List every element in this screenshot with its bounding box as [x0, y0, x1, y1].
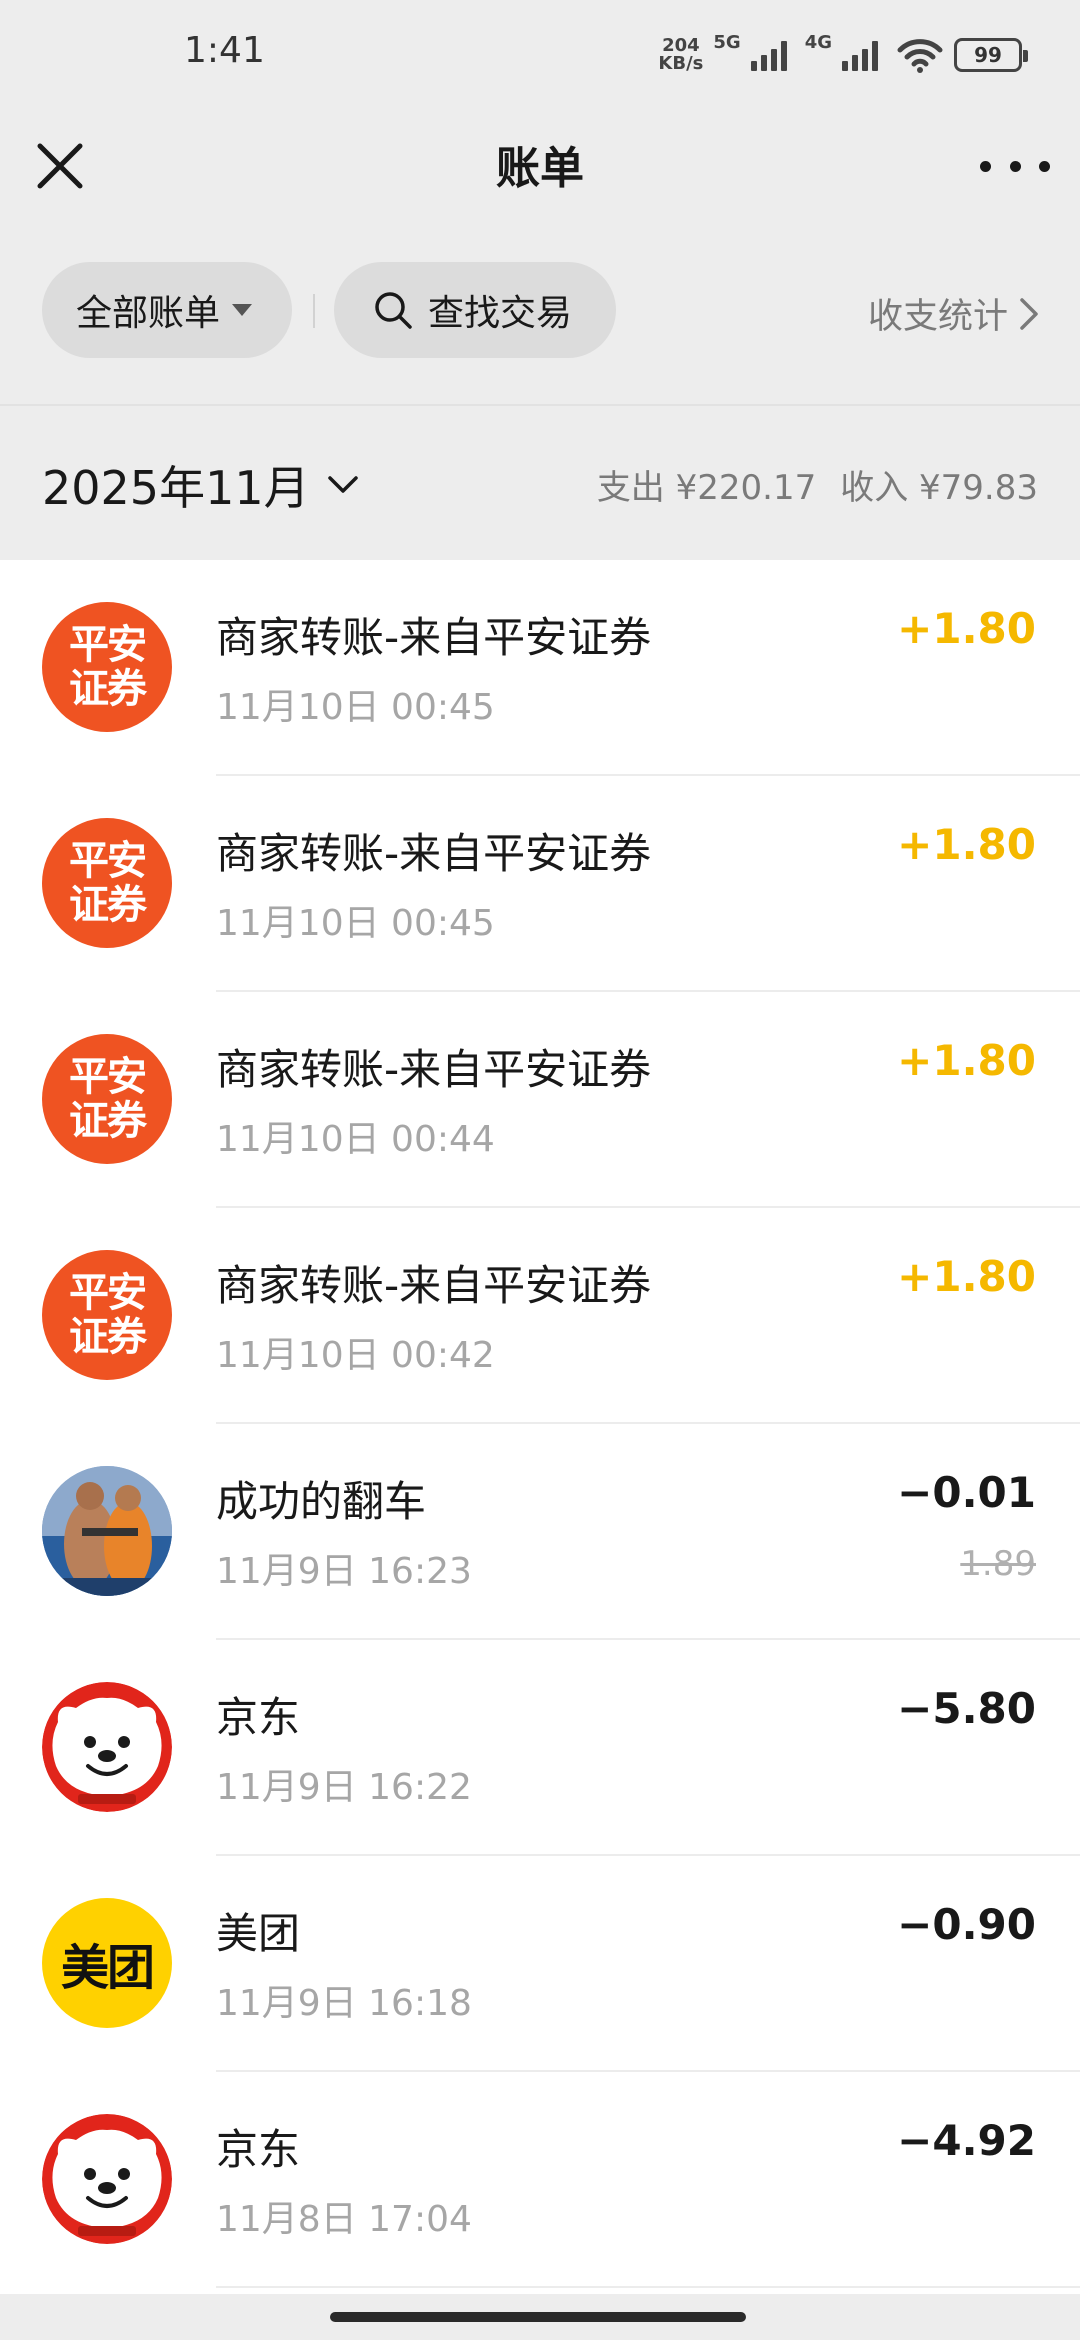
transaction-row[interactable]: 成功的翻车 11月9日 16:23 −0.01 1.89: [0, 1424, 1080, 1640]
contact-photo-avatar: [42, 1466, 172, 1596]
pingan-securities-logo-icon: 平安 证券: [42, 818, 172, 948]
home-indicator[interactable]: [330, 2312, 746, 2322]
search-label: 查找交易: [428, 293, 573, 334]
status-bar: 1:41 204 KB/s 5G 4G 99: [0, 0, 1080, 110]
row-divider: [216, 2286, 1080, 2288]
transaction-time: 11月9日 16:23: [216, 1551, 472, 1592]
original-amount: 1.89: [960, 1544, 1036, 1584]
transaction-title: 商家转账-来自平安证券: [216, 613, 652, 662]
pingan-securities-logo-icon: 平安 证券: [42, 1034, 172, 1164]
transaction-amount: +1.80: [897, 820, 1036, 869]
month-totals: 支出 ¥220.17 收入 ¥79.83: [597, 460, 1038, 509]
transaction-row[interactable]: 平安 证券 商家转账-来自平安证券 11月10日 00:45 +1.80: [0, 560, 1080, 776]
network-5g-label: 5G: [713, 32, 741, 53]
filter-bar: 全部账单 查找交易 收支统计: [0, 222, 1080, 406]
filter-divider: [313, 294, 315, 328]
transaction-title: 商家转账-来自平安证券: [216, 829, 652, 878]
gesture-bar: [0, 2294, 1080, 2340]
month-label: 2025年11月: [42, 461, 310, 515]
meituan-logo-icon: 美团: [42, 1898, 172, 2028]
transaction-amount: −5.80: [897, 1684, 1036, 1733]
search-icon: [375, 292, 412, 329]
nav-bar: 账单: [0, 110, 1080, 222]
transaction-time: 11月9日 16:22: [216, 1767, 472, 1808]
income-expense-stats-link[interactable]: 收支统计: [868, 288, 1040, 339]
all-bills-label: 全部账单: [76, 293, 221, 334]
transaction-amount: +1.80: [897, 1252, 1036, 1301]
signal-5g-icon: [750, 39, 795, 71]
transaction-time: 11月10日 00:44: [216, 1119, 495, 1160]
transaction-row[interactable]: 京东 11月9日 16:22 −5.80: [0, 1640, 1080, 1856]
battery-icon: 99: [954, 38, 1028, 72]
chevron-right-icon: [1020, 297, 1038, 330]
jd-logo-icon: [42, 2114, 172, 2244]
more-icon[interactable]: [980, 146, 1050, 186]
jd-logo-icon: [42, 1682, 172, 1812]
all-bills-filter-button[interactable]: 全部账单: [42, 262, 292, 358]
transaction-title: 美团: [216, 1909, 301, 1958]
status-time: 1:41: [184, 30, 265, 71]
transaction-title: 商家转账-来自平安证券: [216, 1261, 652, 1310]
pingan-securities-logo-icon: 平安 证券: [42, 1250, 172, 1380]
transaction-time: 11月10日 00:45: [216, 687, 495, 728]
transaction-amount: −0.01: [897, 1468, 1036, 1517]
transaction-amount: +1.80: [897, 1036, 1036, 1085]
stats-label: 收支统计: [867, 297, 1008, 337]
transaction-amount: +1.80: [897, 604, 1036, 653]
transaction-list: 平安 证券 商家转账-来自平安证券 11月10日 00:45 +1.80 平安 …: [0, 560, 1080, 2294]
month-expense: 支出 ¥220.17: [596, 468, 817, 508]
caret-down-icon: [232, 304, 253, 316]
wifi-icon: [897, 39, 943, 73]
transaction-row[interactable]: 京东 11月8日 17:04 −4.92: [0, 2072, 1080, 2288]
chevron-down-icon: [327, 476, 358, 493]
transaction-amount: −0.90: [897, 1900, 1036, 1949]
transaction-time: 11月9日 16:18: [216, 1983, 472, 2024]
month-header: 2025年11月 支出 ¥220.17 收入 ¥79.83: [0, 406, 1080, 560]
transaction-row[interactable]: 美团 美团 11月9日 16:18 −0.90: [0, 1856, 1080, 2072]
status-icons: 204 KB/s 5G 4G 99: [658, 30, 1028, 80]
transaction-row[interactable]: 平安 证券 商家转账-来自平安证券 11月10日 00:45 +1.80: [0, 776, 1080, 992]
transaction-row[interactable]: 平安 证券 商家转账-来自平安证券 11月10日 00:42 +1.80: [0, 1208, 1080, 1424]
transaction-title: 京东: [216, 1693, 301, 1742]
transaction-row[interactable]: 平安 证券 商家转账-来自平安证券 11月10日 00:44 +1.80: [0, 992, 1080, 1208]
transaction-time: 11月8日 17:04: [216, 2199, 472, 2240]
transaction-amount: −4.92: [897, 2116, 1036, 2165]
transaction-title: 成功的翻车: [216, 1477, 427, 1526]
network-speed: 204 KB/s: [658, 35, 704, 74]
transaction-title: 京东: [216, 2125, 301, 2174]
month-income: 收入 ¥79.83: [840, 468, 1038, 508]
transaction-title: 商家转账-来自平安证券: [216, 1045, 652, 1094]
transaction-time: 11月10日 00:45: [216, 903, 495, 944]
network-4g-label: 4G: [804, 32, 832, 53]
signal-4g-icon: [842, 39, 886, 71]
pingan-securities-logo-icon: 平安 证券: [42, 602, 172, 732]
transaction-time: 11月10日 00:42: [216, 1335, 495, 1376]
month-selector[interactable]: 2025年11月: [42, 452, 360, 518]
search-transactions-button[interactable]: 查找交易: [334, 262, 616, 358]
page-title: 账单: [496, 143, 584, 194]
